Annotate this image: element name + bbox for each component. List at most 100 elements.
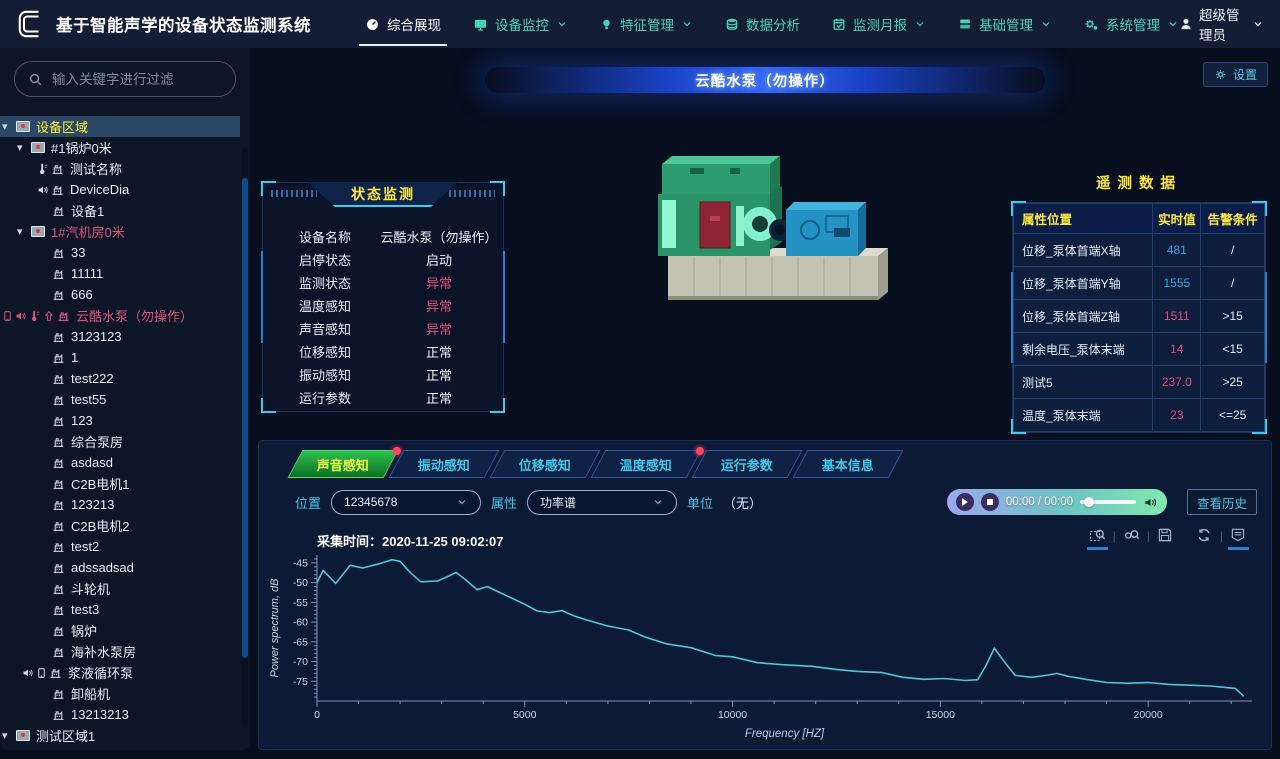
phone-icon bbox=[2, 310, 13, 322]
nav-item[interactable]: 特征管理 bbox=[600, 0, 693, 48]
status-panel-title: 状态监测 bbox=[308, 182, 458, 207]
user-menu[interactable]: 超级管理员 bbox=[1179, 4, 1264, 44]
tab-位移感知[interactable]: 位移感知 bbox=[490, 450, 601, 478]
tree-item[interactable]: ▾测试区域1 bbox=[0, 725, 240, 746]
volume-icon[interactable] bbox=[1143, 495, 1158, 510]
tree-item[interactable]: 设备1 bbox=[0, 200, 240, 221]
search-input[interactable] bbox=[52, 72, 222, 87]
caret-down-icon[interactable]: ▾ bbox=[17, 225, 31, 238]
svg-text:0: 0 bbox=[314, 709, 320, 721]
device-icon bbox=[52, 519, 65, 532]
sensor-detail-panel: 声音感知振动感知位移感知温度感知运行参数基本信息 位置 12345678 属性 … bbox=[258, 440, 1272, 750]
main-nav: 综合展现设备监控特征管理数据分析监测月报基础管理系统管理 bbox=[365, 0, 1179, 48]
device-icon bbox=[52, 645, 65, 658]
tree-item[interactable]: ▾1#汽机房0米 bbox=[0, 221, 240, 242]
tree-item[interactable]: 123213 bbox=[0, 494, 240, 515]
caret-down-icon[interactable]: ▾ bbox=[17, 141, 31, 154]
tree-item[interactable]: 11111 bbox=[0, 263, 240, 284]
tree-item[interactable]: C2B电机1 bbox=[0, 473, 240, 494]
tree-item[interactable]: 锅炉 bbox=[0, 620, 240, 641]
attribute-select[interactable]: 功率谱 bbox=[527, 490, 677, 515]
refresh-icon[interactable] bbox=[1196, 527, 1213, 544]
tab-声音感知[interactable]: 声音感知 bbox=[288, 450, 399, 478]
nav-item[interactable]: 设备监控 bbox=[473, 0, 568, 48]
attribute-select-value: 功率谱 bbox=[540, 494, 576, 511]
chevron-down-icon bbox=[1040, 18, 1052, 30]
status-row: 设备名称云酷水泵（勿操作） bbox=[263, 225, 503, 248]
tree-item[interactable]: 13213213 bbox=[0, 704, 240, 725]
zoom-reset-icon[interactable] bbox=[1123, 527, 1140, 544]
nav-item[interactable]: 综合展现 bbox=[365, 0, 441, 48]
realtime-value: 1555 bbox=[1153, 267, 1201, 300]
alarm-condition: / bbox=[1201, 234, 1265, 267]
scrollbar-thumb[interactable] bbox=[242, 178, 248, 658]
device-icon bbox=[52, 435, 65, 448]
tree-item[interactable]: asdasd bbox=[0, 452, 240, 473]
tree-item[interactable]: 浆液循环泵 bbox=[0, 662, 240, 683]
tree-item[interactable]: 测试名称 bbox=[0, 158, 240, 179]
tree-item-label: 123213 bbox=[71, 497, 114, 512]
zoom-select-icon[interactable] bbox=[1089, 527, 1106, 544]
save-image-icon[interactable] bbox=[1157, 527, 1174, 544]
tab-运行参数[interactable]: 运行参数 bbox=[692, 450, 803, 478]
stop-button[interactable] bbox=[981, 493, 999, 511]
status-value: 正常 bbox=[375, 342, 503, 361]
tree-item-label: 浆液循环泵 bbox=[68, 663, 133, 682]
tab-基本信息[interactable]: 基本信息 bbox=[793, 450, 904, 478]
tree-item[interactable]: 云酷水泵（勿操作） bbox=[0, 305, 240, 326]
tree-item-label: C2B电机2 bbox=[71, 516, 130, 535]
tree-item[interactable]: 综合泵房 bbox=[0, 431, 240, 452]
tree-item[interactable]: test222 bbox=[0, 368, 240, 389]
nav-item[interactable]: 基础管理 bbox=[958, 0, 1052, 48]
telemetry-row: 温度_泵体末端23<=25 bbox=[1014, 399, 1265, 432]
tree-item-label: 卸船机 bbox=[71, 684, 110, 703]
tree-item[interactable]: C2B电机2 bbox=[0, 515, 240, 536]
player-slider[interactable] bbox=[1080, 500, 1136, 504]
tree-item[interactable]: test55 bbox=[0, 389, 240, 410]
tree-item[interactable]: test2 bbox=[0, 536, 240, 557]
play-button[interactable] bbox=[956, 493, 974, 511]
settings-button[interactable]: 设置 bbox=[1203, 62, 1268, 87]
status-rows: 设备名称云酷水泵（勿操作）启停状态启动监测状态异常温度感知异常声音感知异常位移感… bbox=[263, 225, 503, 409]
device-icon bbox=[52, 603, 65, 616]
speaker-icon bbox=[22, 667, 34, 679]
device-icon bbox=[52, 414, 65, 427]
tree-item[interactable]: DeviceDia bbox=[0, 179, 240, 200]
tree-item[interactable]: 斗轮机 bbox=[0, 578, 240, 599]
tree-item[interactable]: ▾设备区域 bbox=[0, 116, 240, 137]
realtime-value: 14 bbox=[1153, 333, 1201, 366]
tree-item[interactable]: test3 bbox=[0, 599, 240, 620]
tree-item[interactable]: 卸船机 bbox=[0, 683, 240, 704]
tree-item-label: 云酷水泵（勿操作） bbox=[76, 306, 193, 325]
caret-down-icon[interactable]: ▾ bbox=[2, 729, 16, 742]
sidebar-scrollbar[interactable] bbox=[242, 148, 248, 728]
tree-item[interactable]: 海补水泵房 bbox=[0, 641, 240, 662]
speaker-icon bbox=[15, 310, 27, 322]
realtime-value: 237.0 bbox=[1153, 366, 1201, 399]
device-3d-model[interactable] bbox=[610, 130, 950, 345]
tooltip-icon[interactable] bbox=[1230, 527, 1247, 544]
tree-item[interactable]: adssadsad bbox=[0, 557, 240, 578]
caret-down-icon[interactable]: ▾ bbox=[2, 120, 16, 133]
nav-item[interactable]: 数据分析 bbox=[725, 0, 800, 48]
telemetry-row: 位移_泵体首端Y轴1555/ bbox=[1014, 267, 1265, 300]
nav-item[interactable]: 系统管理 bbox=[1084, 0, 1179, 48]
svg-text:20000: 20000 bbox=[1134, 709, 1163, 721]
slider-knob[interactable] bbox=[1084, 497, 1094, 507]
device-icon bbox=[52, 267, 65, 280]
tree-item[interactable]: 3123123 bbox=[0, 326, 240, 347]
tab-温度感知[interactable]: 温度感知 bbox=[591, 450, 702, 478]
tree-item[interactable]: 666 bbox=[0, 284, 240, 305]
nav-item[interactable]: 监测月报 bbox=[832, 0, 926, 48]
tree-item[interactable]: 123 bbox=[0, 410, 240, 431]
tree-item[interactable]: 1 bbox=[0, 347, 240, 368]
tab-振动感知[interactable]: 振动感知 bbox=[389, 450, 500, 478]
tree-search[interactable] bbox=[14, 61, 236, 97]
tree-item[interactable]: ▾#1锅炉0米 bbox=[0, 137, 240, 158]
spectrum-chart[interactable]: 05000100001500020000-75-70-65-60-55-50-4… bbox=[267, 551, 1265, 747]
tree-item[interactable]: 33 bbox=[0, 242, 240, 263]
status-monitor-panel: 状态监测 设备名称云酷水泵（勿操作）启停状态启动监测状态异常温度感知异常声音感知… bbox=[262, 182, 504, 412]
view-history-button[interactable]: 查看历史 bbox=[1187, 489, 1257, 515]
search-icon bbox=[28, 72, 43, 87]
position-select[interactable]: 12345678 bbox=[331, 490, 481, 515]
